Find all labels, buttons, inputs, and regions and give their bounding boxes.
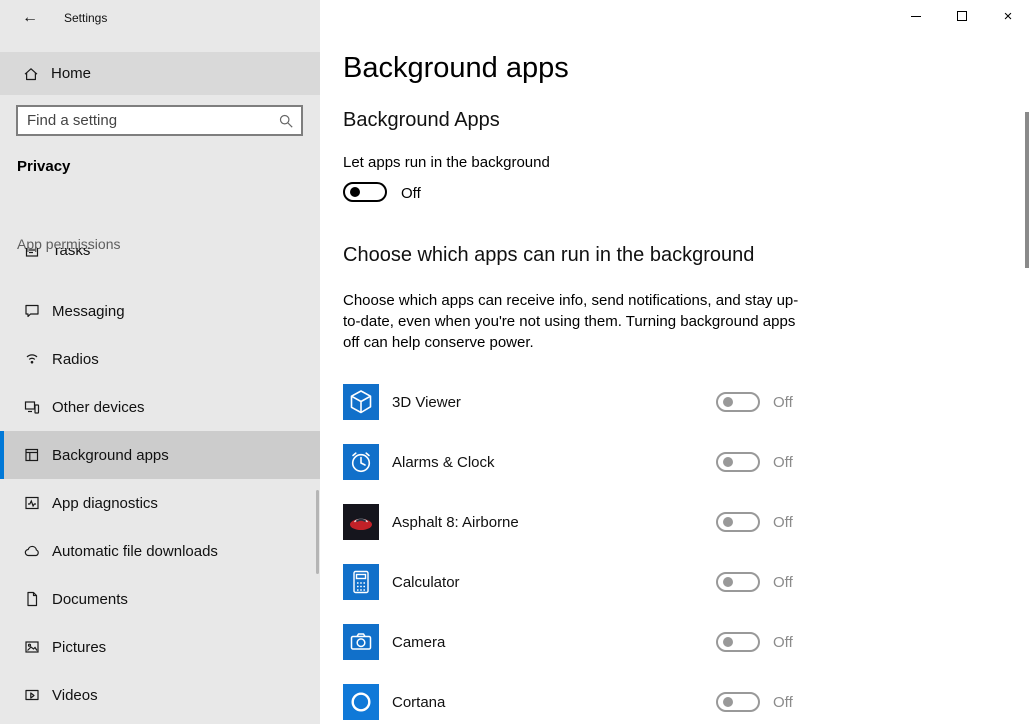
app-toggle[interactable] (716, 632, 760, 652)
radio-icon (24, 351, 40, 367)
toggle-knob (723, 517, 733, 527)
choose-apps-description: Choose which apps can receive info, send… (343, 290, 801, 353)
app-list: 3D Viewer Off Alarms & Clock Off (343, 372, 983, 724)
minimize-icon (911, 16, 921, 17)
background-apps-icon (24, 447, 40, 463)
app-name: Calculator (392, 574, 460, 591)
devices-icon (24, 399, 40, 415)
window-controls: × (893, 0, 1031, 32)
sidebar-item-label: Other devices (52, 399, 145, 416)
camera-icon (343, 624, 379, 660)
page-title: Background apps (343, 52, 569, 85)
app-row-3d-viewer: 3D Viewer Off (343, 372, 983, 432)
app-toggle-state: Off (773, 574, 793, 591)
sidebar-item-other-devices[interactable]: Other devices (0, 383, 320, 431)
app-toggle[interactable] (716, 572, 760, 592)
search-box (16, 105, 303, 136)
main-content: × Background apps Background Apps Let ap… (320, 0, 1031, 724)
document-icon (24, 591, 40, 607)
close-button[interactable]: × (985, 0, 1031, 32)
toggle-knob (723, 697, 733, 707)
toggle-knob (723, 577, 733, 587)
app-row-calculator: Calculator Off (343, 552, 983, 612)
sidebar-item-pictures[interactable]: Pictures (0, 623, 320, 671)
sidebar-item-tasks-clipped[interactable]: Tasks (0, 248, 320, 262)
toggle-knob (350, 187, 360, 197)
app-name: Asphalt 8: Airborne (392, 514, 519, 531)
app-row-alarms-clock: Alarms & Clock Off (343, 432, 983, 492)
cortana-icon (343, 684, 379, 720)
maximize-icon (957, 11, 967, 21)
toggle-knob (723, 637, 733, 647)
app-name: Camera (392, 634, 445, 651)
3d-viewer-icon (343, 384, 379, 420)
sidebar-item-background-apps[interactable]: Background apps (0, 431, 320, 479)
toggle-knob (723, 397, 733, 407)
picture-icon (24, 639, 40, 655)
sidebar-nav-list: Messaging Radios Other (0, 287, 320, 719)
app-toggle[interactable] (716, 392, 760, 412)
sidebar-item-label: Radios (52, 351, 99, 368)
master-toggle-state: Off (401, 185, 421, 202)
home-icon (23, 66, 39, 82)
sidebar-item-label: Messaging (52, 303, 125, 320)
alarms-clock-icon (343, 444, 379, 480)
sidebar-item-app-diagnostics[interactable]: App diagnostics (0, 479, 320, 527)
app-toggle-state: Off (773, 394, 793, 411)
app-name: Alarms & Clock (392, 454, 495, 471)
maximize-button[interactable] (939, 0, 985, 32)
window-title: Settings (64, 11, 107, 25)
search-icon[interactable] (271, 107, 301, 134)
video-icon (24, 687, 40, 703)
sidebar-item-label: Documents (52, 591, 128, 608)
app-row-camera: Camera Off (343, 612, 983, 672)
tasks-icon (24, 248, 40, 258)
app-toggle-state: Off (773, 634, 793, 651)
sidebar-item-label: Tasks (52, 248, 90, 259)
cloud-download-icon (24, 543, 40, 559)
sidebar-item-messaging[interactable]: Messaging (0, 287, 320, 335)
sidebar-item-radios[interactable]: Radios (0, 335, 320, 383)
sidebar-item-label: Background apps (52, 447, 169, 464)
settings-window: ← Settings Home Privacy App permissions (0, 0, 1031, 724)
message-icon (24, 303, 40, 319)
asphalt-8-icon (343, 504, 379, 540)
app-toggle[interactable] (716, 512, 760, 532)
sidebar-item-videos[interactable]: Videos (0, 671, 320, 719)
sidebar-item-label: Pictures (52, 639, 106, 656)
master-toggle[interactable] (343, 182, 387, 202)
app-toggle[interactable] (716, 452, 760, 472)
app-row-cortana: Cortana Off (343, 672, 983, 724)
sidebar-item-label: App diagnostics (52, 495, 158, 512)
app-toggle-state: Off (773, 694, 793, 711)
sidebar-item-documents[interactable]: Documents (0, 575, 320, 623)
sidebar-item-label: Home (51, 65, 91, 82)
toggle-knob (723, 457, 733, 467)
app-row-asphalt-8: Asphalt 8: Airborne Off (343, 492, 983, 552)
app-toggle-state: Off (773, 514, 793, 531)
sidebar-item-automatic-file-downloads[interactable]: Automatic file downloads (0, 527, 320, 575)
selected-accent-bar (0, 431, 4, 479)
sidebar-section-title: Privacy (17, 158, 70, 175)
diagnostics-icon (24, 495, 40, 511)
choose-apps-heading: Choose which apps can run in the backgro… (343, 244, 754, 267)
calculator-icon (343, 564, 379, 600)
background-apps-heading: Background Apps (343, 109, 500, 132)
sidebar-item-home[interactable]: Home (0, 52, 320, 95)
minimize-button[interactable] (893, 0, 939, 32)
app-name: 3D Viewer (392, 394, 461, 411)
search-input[interactable] (18, 112, 271, 129)
sidebar-item-label: Automatic file downloads (52, 543, 218, 560)
app-name: Cortana (392, 694, 445, 711)
sidebar-scrollbar-thumb[interactable] (316, 490, 319, 574)
app-toggle[interactable] (716, 692, 760, 712)
master-toggle-label: Let apps run in the background (343, 154, 550, 171)
app-toggle-state: Off (773, 454, 793, 471)
sidebar: ← Settings Home Privacy App permissions (0, 0, 320, 724)
sidebar-item-label: Videos (52, 687, 98, 704)
main-scrollbar-thumb[interactable] (1025, 112, 1029, 268)
back-button[interactable]: ← (12, 3, 48, 33)
